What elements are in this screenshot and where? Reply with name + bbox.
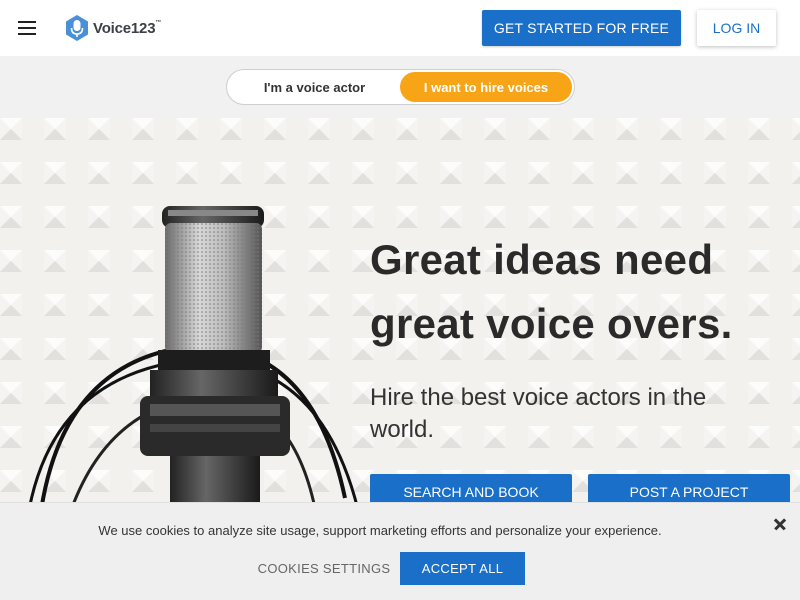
hero-title-line2: great voice overs. [370, 300, 733, 347]
hero-title-line1: Great ideas need [370, 236, 714, 283]
toggle-hire-voices[interactable]: I want to hire voices [400, 72, 572, 102]
audience-toggle-bar: I'm a voice actor I want to hire voices [0, 56, 800, 118]
voice123-logo[interactable]: Voice123™ [63, 13, 161, 43]
cookie-message: We use cookies to analyze site usage, su… [98, 523, 662, 538]
hero-title: Great ideas need great voice overs. [370, 228, 790, 356]
hero-subtitle: Hire the best voice actors in the world. [370, 384, 707, 443]
top-header: Voice123™ GET STARTED FOR FREE LOG IN [0, 0, 800, 56]
toggle-voice-actor[interactable]: I'm a voice actor [227, 70, 402, 104]
close-icon[interactable] [770, 514, 790, 534]
accept-all-button[interactable]: ACCEPT ALL [400, 552, 525, 585]
get-started-button[interactable]: GET STARTED FOR FREE [482, 10, 681, 46]
cookie-banner: We use cookies to analyze site usage, su… [0, 502, 800, 600]
login-button[interactable]: LOG IN [697, 10, 776, 46]
audience-toggle: I'm a voice actor I want to hire voices [226, 69, 575, 105]
logo-text: Voice123™ [93, 19, 162, 37]
cookies-settings-button[interactable]: COOKIES SETTINGS [255, 552, 393, 584]
microphone-logo-icon [66, 15, 88, 41]
logo-trademark: ™ [155, 19, 162, 26]
hamburger-menu-icon[interactable] [16, 18, 40, 38]
